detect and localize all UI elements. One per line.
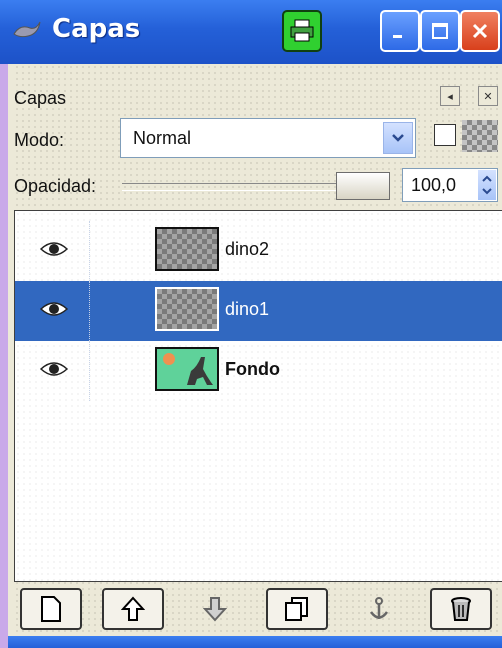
dock-close-button[interactable]: ✕: [478, 86, 498, 106]
lower-layer-button[interactable]: [184, 588, 246, 630]
minimize-button[interactable]: [380, 10, 420, 52]
keep-transparency-checkbox[interactable]: [434, 124, 456, 146]
checkerboard-alpha-icon: [462, 120, 498, 152]
layer-row-fondo[interactable]: Fondo: [15, 341, 502, 401]
mode-dropdown-button[interactable]: [383, 122, 413, 154]
dinosaur-thumbnail-icon: [163, 353, 213, 385]
opacity-spinbox[interactable]: 100,0: [402, 168, 498, 202]
opacity-label: Opacidad:: [14, 176, 97, 196]
duplicate-layer-icon: [285, 597, 308, 621]
anchor-layer-icon: [369, 597, 389, 619]
layer-name[interactable]: Fondo: [225, 359, 280, 380]
row-separator: [89, 341, 91, 401]
print-button[interactable]: [282, 10, 322, 52]
layer-row-dino2[interactable]: dino2: [15, 221, 502, 281]
eye-icon[interactable]: [39, 359, 69, 379]
raise-layer-button[interactable]: [102, 588, 164, 630]
new-layer-button[interactable]: [20, 588, 82, 630]
spin-up-down-icon: [482, 175, 492, 195]
opacity-value: 100,0: [411, 175, 457, 195]
close-button[interactable]: [460, 10, 500, 52]
eye-icon[interactable]: [39, 299, 69, 319]
row-separator: [89, 221, 91, 281]
dock-title: Capas: [14, 88, 67, 108]
mode-value: Normal: [133, 128, 192, 148]
chevron-down-icon: [392, 134, 404, 142]
anchor-layer-button[interactable]: [348, 588, 410, 630]
window-title: Capas: [52, 14, 141, 44]
title-bar[interactable]: Capas: [0, 0, 502, 64]
delete-layer-icon: [451, 597, 471, 621]
layer-name[interactable]: dino1: [225, 299, 269, 320]
window-bottom-border: [8, 636, 502, 648]
minimize-icon: [393, 35, 402, 38]
lower-layer-icon: [203, 597, 227, 622]
new-layer-icon: [41, 596, 61, 622]
layer-row-dino1[interactable]: dino1: [15, 281, 502, 341]
dock-close-icon: ✕: [483, 90, 493, 103]
dock-menu-button[interactable]: ◂: [440, 86, 460, 106]
dock-panel: Capas ◂ ✕ Modo: Normal Opacidad: 100,0 d…: [14, 64, 502, 648]
mode-label: Modo:: [14, 130, 65, 150]
layers-window: Capas Capas ◂ ✕ Modo: Normal Opacidad: 1…: [0, 0, 502, 648]
mode-select[interactable]: Normal: [120, 118, 416, 158]
maximize-icon: [432, 23, 448, 39]
close-icon: [472, 23, 488, 39]
delete-layer-button[interactable]: [430, 588, 492, 630]
duplicate-layer-button[interactable]: [266, 588, 328, 630]
printer-icon: [290, 19, 314, 42]
eye-icon[interactable]: [39, 239, 69, 259]
opacity-slider-handle[interactable]: [336, 172, 390, 200]
window-client: Capas ◂ ✕ Modo: Normal Opacidad: 100,0 d…: [0, 64, 502, 648]
layer-thumbnail: [155, 287, 219, 331]
layer-toolbar: [14, 584, 502, 634]
maximize-button[interactable]: [420, 10, 460, 52]
layer-thumbnail: [155, 227, 219, 271]
layer-thumbnail: [155, 347, 219, 391]
opacity-spin-buttons[interactable]: [478, 170, 496, 200]
row-separator: [89, 281, 91, 341]
dock-menu-icon: ◂: [447, 90, 453, 103]
gimp-wilber-icon: [13, 21, 41, 38]
layer-name[interactable]: dino2: [225, 239, 269, 260]
layer-list[interactable]: dino2 dino1 Fondo: [14, 210, 502, 582]
raise-layer-icon: [121, 596, 145, 621]
